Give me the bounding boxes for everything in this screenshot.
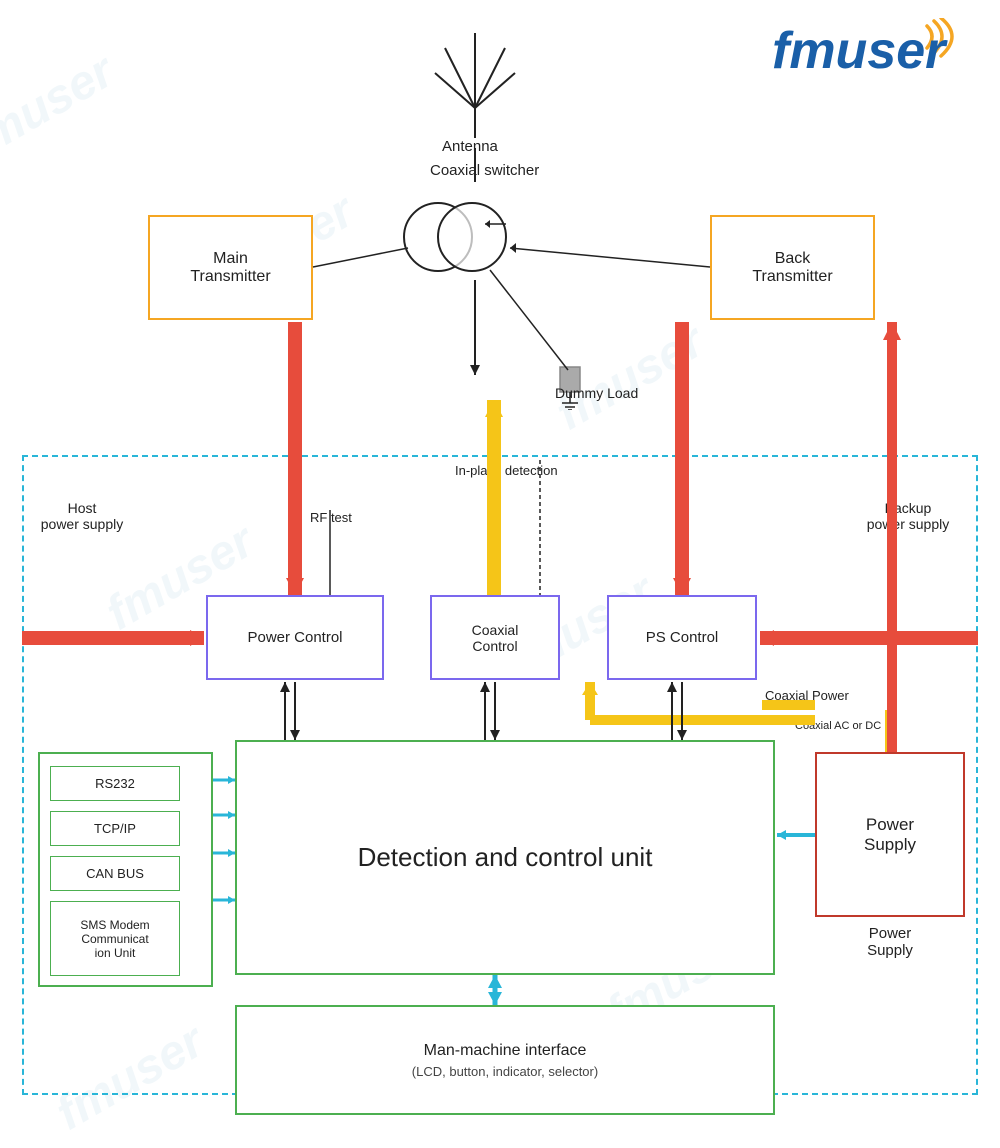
power-supply-label: Power Supply [864, 815, 916, 855]
ps-control-label: PS Control [646, 629, 719, 646]
power-supply-box: Power Supply [815, 752, 965, 917]
comm-tcpip: TCP/IP [50, 811, 180, 846]
back-transmitter-box: Back Transmitter [710, 215, 875, 320]
diagram: Antenna Coaxial switcher Main Transmitte… [0, 0, 1000, 1148]
coaxial-control-label: Coaxial Control [472, 622, 519, 654]
coaxial-switcher-svg [400, 182, 510, 282]
comm-canbus: CAN BUS [50, 856, 180, 891]
main-transmitter-box: Main Transmitter [148, 215, 313, 320]
dummy-load-label: Dummy Load [555, 385, 638, 401]
back-transmitter-label: Back Transmitter [752, 250, 832, 286]
coaxial-switcher-label: Coaxial switcher [430, 162, 539, 179]
comm-sms-modem: SMS Modem Communicat ion Unit [50, 901, 180, 976]
power-control-label: Power Control [247, 629, 342, 646]
detection-unit-box: Detection and control unit [235, 740, 775, 975]
hmi-box: Man-machine interface (LCD, button, indi… [235, 1005, 775, 1115]
main-transmitter-label: Main Transmitter [190, 250, 270, 286]
comm-outer-box: RS232 TCP/IP CAN BUS SMS Modem Communica… [38, 752, 213, 987]
hmi-sublabel: (LCD, button, indicator, selector) [412, 1064, 598, 1079]
logo: fmuser [772, 18, 972, 88]
ps-control-box: PS Control [607, 595, 757, 680]
detection-unit-label: Detection and control unit [358, 842, 653, 873]
antenna-svg [415, 18, 535, 148]
svg-text:fmuser: fmuser [772, 22, 948, 80]
comm-rs232: RS232 [50, 766, 180, 801]
coaxial-control-box: Coaxial Control [430, 595, 560, 680]
hmi-label: Man-machine interface [424, 1042, 587, 1060]
power-control-box: Power Control [206, 595, 384, 680]
antenna-label: Antenna [442, 138, 498, 155]
